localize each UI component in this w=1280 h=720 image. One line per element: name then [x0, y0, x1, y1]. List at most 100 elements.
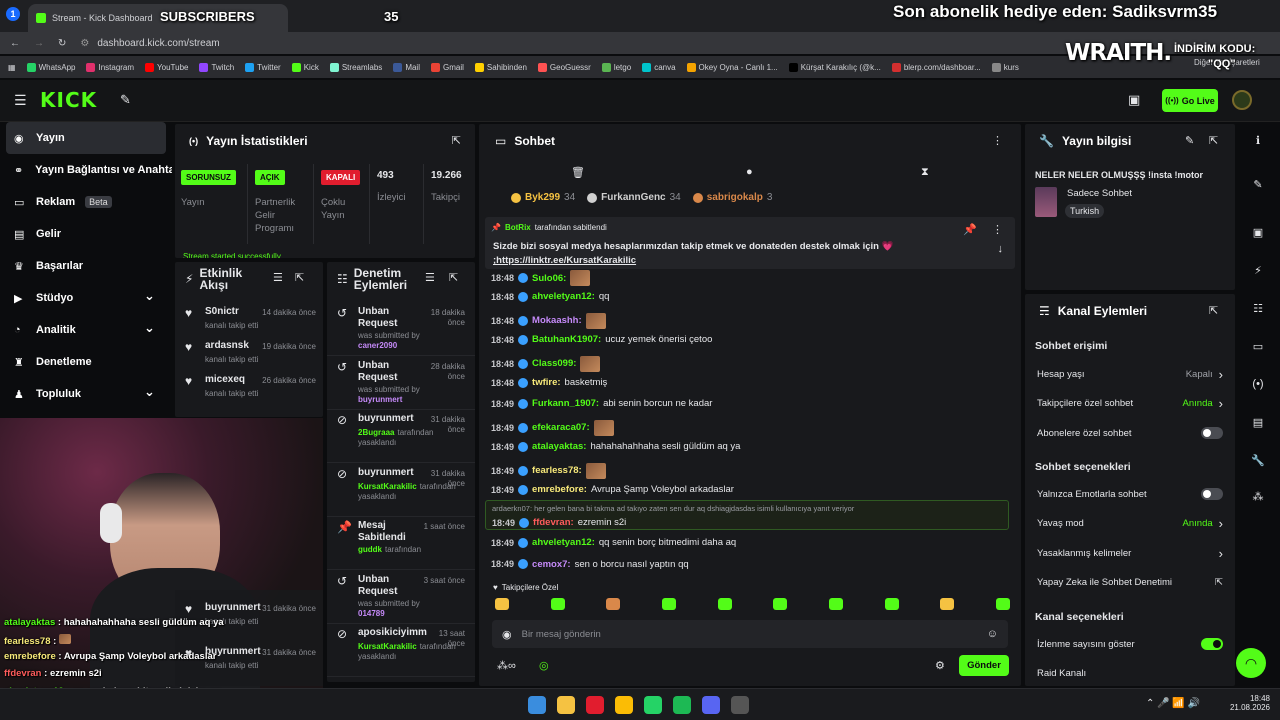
bookmark-item[interactable]: GeoGuessr [537, 62, 591, 72]
chat-message[interactable]: 18:48 BatuhanK1907: ucuz yemek önerisi çet… [491, 334, 712, 345]
chat-username[interactable]: Sulo06: [532, 273, 566, 284]
top-gifter[interactable]: Byk299 34 [511, 192, 575, 203]
send-button[interactable]: Gönder [959, 655, 1009, 676]
bookmark-item[interactable]: Instagram [86, 62, 134, 72]
bookmark-item[interactable]: Okey Oyna - Canlı 1... [686, 62, 778, 72]
reload-icon[interactable]: ↻ [58, 38, 66, 49]
bookmark-item[interactable]: Sahibinden [474, 62, 527, 72]
chat-username[interactable]: cemox7: [532, 559, 571, 570]
setting-row[interactable]: Yavaş mod Anında › [1025, 514, 1235, 534]
chat-message[interactable]: 18:48 Class099: [491, 355, 601, 372]
chat-username[interactable]: BatuhanK1907: [532, 334, 601, 345]
chat-username[interactable]: atalayaktas: [532, 441, 586, 452]
apps-icon[interactable]: ▦ [8, 63, 16, 72]
spotify-icon[interactable] [673, 696, 691, 714]
chat-message[interactable]: 18:49 cemox7: sen o borcu nasıl yaptın qq [491, 559, 689, 570]
chat-bubble-icon[interactable]: ● [746, 166, 753, 178]
activity-item[interactable]: ♥ buyrunmert kanalı takip etti 31 dakika ön… [175, 644, 323, 680]
edit-icon[interactable]: ✎ [1247, 178, 1269, 191]
pin-tool-icon[interactable]: ✎ [120, 92, 131, 108]
hourglass-icon[interactable]: ⧗ [921, 166, 929, 179]
apps-icon[interactable]: ⁂∞ [497, 659, 516, 672]
opera-icon[interactable] [586, 696, 604, 714]
emote-icon[interactable] [940, 598, 955, 610]
chat-username[interactable]: ffdevran: [533, 517, 574, 528]
toggle-switch[interactable] [1201, 638, 1223, 650]
back-icon[interactable]: ← [10, 38, 20, 49]
moderation-user[interactable]: guddk [358, 545, 382, 554]
go-live-button[interactable]: ((•)) Go Live [1162, 89, 1218, 112]
setting-row[interactable]: Raid Kanalı [1025, 663, 1235, 683]
chat-message[interactable]: 18:49 ahveletyan12: qq senin borç bitmedim… [491, 537, 736, 548]
bookmark-item[interactable]: Twitter [245, 62, 281, 72]
more-icon[interactable]: ⋮ [992, 223, 1003, 236]
setting-row[interactable]: Hesap yaşı Kapalı › [1025, 364, 1235, 384]
chat-message[interactable]: 18:49 Furkann_1907: abi senin borcun ne ka… [491, 398, 712, 409]
emote-icon[interactable] [884, 598, 899, 610]
kick-coin-icon[interactable]: ◎ [539, 659, 549, 672]
popout-icon[interactable]: ⇱ [295, 271, 304, 284]
info-icon[interactable]: ℹ [1247, 134, 1269, 147]
avatar[interactable] [1232, 90, 1252, 110]
chat-username[interactable]: ahveletyan12: [532, 291, 595, 302]
broadcast-icon[interactable]: (•) [1247, 378, 1269, 390]
bookmark-item[interactable]: kurs [991, 62, 1019, 72]
chat-username[interactable]: ahveletyan12: [532, 537, 595, 548]
collapse-icon[interactable]: ↓ [998, 243, 1004, 255]
chat-username[interactable]: Mokaashh: [532, 315, 582, 326]
activity-user[interactable]: ardasnsk [205, 340, 249, 351]
pin-icon[interactable]: 📌 [963, 223, 977, 236]
bookmark-item[interactable]: letgo [601, 62, 631, 72]
bookmark-item[interactable]: WhatsApp [26, 62, 75, 72]
setting-row[interactable]: Yapay Zeka ile Sohbet Denetimi ⇱ [1025, 573, 1235, 593]
site-info-icon[interactable]: ⚙ [80, 38, 89, 49]
obs-icon[interactable] [731, 696, 749, 714]
moderation-item[interactable]: ⊘ aposikiciyimm KursatKarakilic tarafından … [327, 625, 475, 677]
chat-message[interactable]: 18:49 emrebefore: Avrupa Şamp Voleybol ark… [491, 484, 734, 495]
moderation-user[interactable]: buyrunmert [358, 395, 402, 404]
apps-icon[interactable]: ⁂ [1247, 490, 1269, 503]
sidebar-item-2[interactable]: ▭ Reklam Beta [0, 186, 172, 218]
wrench-icon[interactable]: 🔧 [1247, 454, 1269, 467]
sidebar-item-0[interactable]: ◉ Yayın [6, 122, 166, 154]
chat-message[interactable]: 18:48 Mokaashh: [491, 312, 606, 329]
stack-icon[interactable]: ▤ [1247, 416, 1269, 429]
menu-icon[interactable]: ☰ [14, 92, 27, 109]
emote-icon[interactable] [550, 598, 565, 610]
moderation-user[interactable]: 2Bugraaa [358, 428, 394, 437]
moderation-item[interactable]: ↺ Unban Request was submitted by caner2090 1… [327, 304, 475, 356]
lightning-icon[interactable]: ⚡ [1247, 264, 1269, 277]
top-gifter[interactable]: sabrigokalp 3 [692, 192, 772, 203]
system-tray-icons[interactable]: ⌃ 🎤 📶 🔊 [1146, 698, 1200, 709]
sidebar-item-7[interactable]: ♜ Denetleme [0, 346, 172, 378]
emote-icon[interactable] [995, 598, 1010, 610]
bookmark-item[interactable]: blerp.com/dashboar... [891, 62, 981, 72]
chat-username[interactable]: efekaraca07: [532, 422, 590, 433]
bookmark-item[interactable]: Kick [291, 62, 319, 72]
sidebar-item-1[interactable]: ⚭ Yayın Bağlantısı ve Anahtarı [0, 154, 172, 186]
sidebar-item-4[interactable]: ♛ Başarılar [0, 250, 172, 282]
moderation-item[interactable]: ↺ Unban Request was submitted by 014789 3 sa… [327, 572, 475, 624]
setting-row[interactable]: İzlenme sayısını göster [1025, 634, 1235, 654]
camera-icon[interactable]: ▣ [1128, 92, 1140, 108]
setting-row[interactable]: Yasaklanmış kelimeler › [1025, 543, 1235, 563]
activity-item[interactable]: ♥ ardasnsk kanalı takip etti 19 dakika önce [175, 338, 323, 374]
moderation-item[interactable]: 📌 Mesaj Sabitlendi guddk tarafından 1 saat ö… [327, 518, 475, 570]
support-button[interactable]: ◠ [1236, 648, 1266, 678]
windows-start-icon[interactable] [528, 696, 546, 714]
category-name[interactable]: Sadece Sohbet [1067, 188, 1132, 199]
activity-item[interactable]: ♥ S0nictr kanalı takip etti 14 dakika önce [175, 304, 323, 340]
chat-message[interactable]: 18:48 Sulo06: [491, 270, 591, 286]
bookmark-item[interactable]: canva [642, 62, 676, 72]
emote-icon[interactable] [661, 598, 676, 610]
chat-input[interactable]: ◉ Bir mesaj gönderin ☺ [492, 620, 1008, 648]
file-explorer-icon[interactable] [557, 696, 575, 714]
emote-icon[interactable] [495, 598, 509, 610]
setting-row[interactable]: Takipçilere özel sohbet Anında › [1025, 394, 1235, 414]
setting-row[interactable]: Yalnızca Emotlarla sohbet [1025, 484, 1235, 504]
setting-row[interactable]: Abonelere özel sohbet [1025, 423, 1235, 443]
bookmark-item[interactable]: Mail [393, 62, 420, 72]
chat-username[interactable]: Furkann_1907: [532, 398, 599, 409]
moderation-item[interactable]: ⊘ buyrunmert KursatKarakilic tarafından yas… [327, 465, 475, 517]
popout-icon[interactable]: ⇱ [452, 134, 461, 147]
